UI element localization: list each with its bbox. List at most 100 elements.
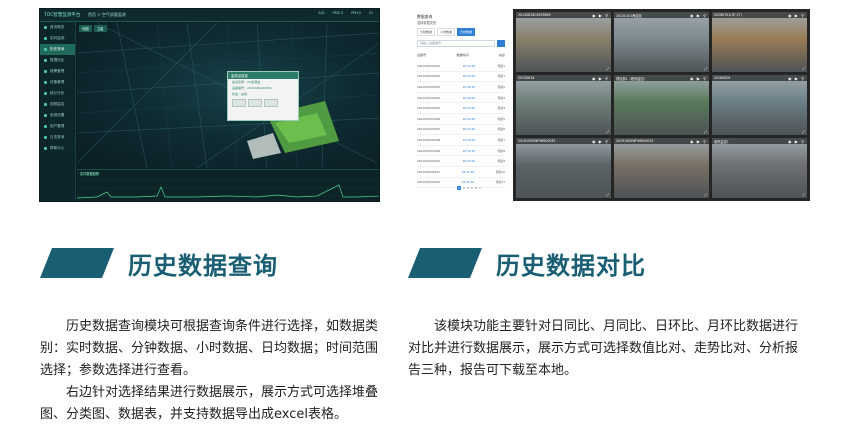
camera-tile[interactable]: 20160701(3F-17) ◉ ▶ ⚲ ⤢ [712,12,807,72]
popup-button[interactable] [232,99,246,107]
section-heading-history: 历史数据查询 [40,248,278,280]
column-header: 站点 [498,53,505,57]
sidebar-item-label: 视频监控 [50,102,65,106]
page-button[interactable]: 5 [475,186,477,190]
sidebar-item-label: 设备管理 [50,80,65,84]
table-row[interactable]: 2021030100011 18:32:50 测试10 [417,167,505,178]
table-row[interactable]: 2021030100009 18:36:10 测试8 [417,146,505,157]
sidebar-item[interactable]: 帮助中心 [40,143,75,154]
sidebar-item-label: 首页概览 [50,25,65,29]
table-row[interactable]: 2021030100004 18:46:00 测试3 [417,93,505,104]
heading-tab-decoration [40,248,114,278]
sidebar-item-active[interactable]: 历史查询 [40,44,75,55]
sidebar-item[interactable]: 报警管理 [40,66,75,77]
column-header: 设备号 [417,53,427,57]
fullscreen-icon[interactable]: ⤢ [606,67,609,71]
page-button[interactable]: 3 [467,186,469,190]
trend-chart: 实时数据趋势 [76,169,379,201]
table-cell: 2021030100007 [417,127,441,132]
table-cell: 18:44:50 [462,106,476,111]
paragraph: 该模块功能主要针对日同比、月同比、日环比、月环比数据进行对比并进行数据展示，展示… [408,319,799,378]
camera-label: 20150816 [518,76,535,80]
search-input[interactable]: 请输入设备编号 [417,40,495,47]
table-row[interactable]: 2021030100010 18:34:00 测试9 [417,156,505,167]
sidebar-item[interactable]: 用户管理 [40,121,75,132]
page-button[interactable]: 2 [463,186,465,190]
table-cell: 18:48:10 [462,84,476,89]
table-cell: 2021030100008 [417,137,441,142]
camera-controls-icon[interactable]: ◉ ▶ ⚲ [592,76,609,81]
table-cell: 2021030100004 [417,95,441,100]
sidebar-item[interactable]: 日志查询 [40,132,75,143]
table-row[interactable]: 2021030100006 18:42:40 测试5 [417,114,505,125]
camera-tile[interactable]: 20191000WF96000033 ◉ ▶ ⚲ ⤢ [614,138,709,198]
map-tab[interactable]: 卫星 [93,25,107,32]
camera-tile[interactable]: 20191000WF96000032 ◉ ▶ ⚲ ⤢ [516,138,611,198]
camera-label: 20191000WF96000032 [518,139,556,143]
camera-controls-icon[interactable]: ◉ ▶ ⚲ [592,139,609,144]
data-type-tabs: 分钟数据 小时数据 日均数据 [417,28,476,36]
search-button[interactable] [497,40,505,47]
camera-controls-icon[interactable]: ◉ ▶ ⚲ [788,76,805,81]
popup-header: 监测点信息 [228,72,298,79]
camera-controls-icon[interactable]: ◉ ▶ ⚲ [788,13,805,18]
table-cell: 测试10 [495,169,505,174]
fullscreen-icon[interactable]: ⤢ [704,130,707,134]
camera-tile[interactable]: 塔吊监控1 ◉ ▶ ⚲ ⤢ [712,138,807,198]
table-row[interactable]: 2021030100002 18:50:20 测试1 [417,72,505,83]
page-button[interactable]: 4 [471,186,473,190]
sidebar-item[interactable]: 设备管理 [40,77,75,88]
camera-label: 20160701(3F-17) [714,13,742,17]
sidebar-item[interactable]: 视频监控 [40,99,75,110]
dashboard-stats: AQI PM2.5 PM10 O₃ [318,11,373,15]
fullscreen-icon[interactable]: ⤢ [802,67,805,71]
table-row[interactable]: 2021030100003 18:48:10 测试2 [417,82,505,93]
fullscreen-icon[interactable]: ⤢ [802,130,805,134]
fullscreen-icon[interactable]: ⤢ [606,193,609,197]
popup-button[interactable] [248,99,262,107]
sidebar-item[interactable]: 实时监测 [40,33,75,44]
popup-buttons [228,97,298,109]
camera-label: 20191000WF96000033 [616,139,654,143]
sidebar-item[interactable]: 统计分析 [40,88,75,99]
camera-tile[interactable]: 20140816C4933663 ◉ ▶ ⚲ ⤢ [516,12,611,72]
dashboard-breadcrumb: 首页 > 空气质量监测 [88,12,126,17]
camera-tile[interactable]: 20150816 ◉ ▶ ⚲ ⤢ [516,75,611,135]
table-row[interactable]: 2021030100008 18:38:20 测试7 [417,135,505,146]
sidebar-item[interactable]: 系统设置 [40,110,75,121]
sidebar-item[interactable]: 首页概览 [40,22,75,33]
camera-controls-icon[interactable]: ◉ ▶ ⚲ [690,139,707,144]
table-cell: 测试1 [497,63,505,68]
camera-tile[interactable]: 20150101海淀区 ◉ ▶ ⚲ ⤢ [614,12,709,72]
table-row[interactable]: 2021030100007 18:40:30 测试6 [417,125,505,136]
camera-controls-icon[interactable]: ◉ ▶ ⚲ [788,139,805,144]
fullscreen-icon[interactable]: ⤢ [704,67,707,71]
fullscreen-icon[interactable]: ⤢ [606,130,609,134]
table-cell: 18:42:40 [462,116,476,121]
camera-tile[interactable]: 20160826 ◉ ▶ ⚲ ⤢ [712,75,807,135]
camera-controls-icon[interactable]: ◉ ▶ ⚲ [592,13,609,18]
trend-line [76,179,379,199]
tab-daily[interactable]: 日均数据 [457,28,476,36]
menu-icon [44,37,47,40]
camera-controls-icon[interactable]: ◉ ▶ ⚲ [690,76,707,81]
map-view[interactable]: 地图 卫星 监测点信息 站点名称：XX监测站 设备编号：202103010000… [77,23,379,168]
tab-hour[interactable]: 小时数据 [437,28,456,36]
next-page-button[interactable]: > [479,186,482,190]
table-cell: 测试1 [497,74,505,79]
fullscreen-icon[interactable]: ⤢ [802,193,805,197]
fullscreen-icon[interactable]: ⤢ [704,193,707,197]
table-body: 2021030100001 18:52:30 测试1 2021030100002 18:… [417,61,505,189]
table-cell: 2021030100001 [417,63,441,68]
map-tab[interactable]: 地图 [79,25,92,32]
sidebar-item[interactable]: 数据对比 [40,55,75,66]
tab-minute[interactable]: 分钟数据 [417,28,436,36]
table-row[interactable]: 2021030100001 18:52:30 测试1 [417,61,505,72]
camera-controls-icon[interactable]: ◉ ▶ ⚲ [690,13,707,18]
camera-label: 塔吊监控1 [714,140,729,144]
camera-tile[interactable]: 项目部1（塔吊监控） ◉ ▶ ⚲ ⤢ [614,75,709,135]
stat-label: PM2.5 [332,11,344,15]
table-row[interactable]: 2021030100005 18:44:50 测试4 [417,103,505,114]
page-button[interactable]: 1 [457,186,461,190]
popup-button[interactable] [264,99,278,107]
